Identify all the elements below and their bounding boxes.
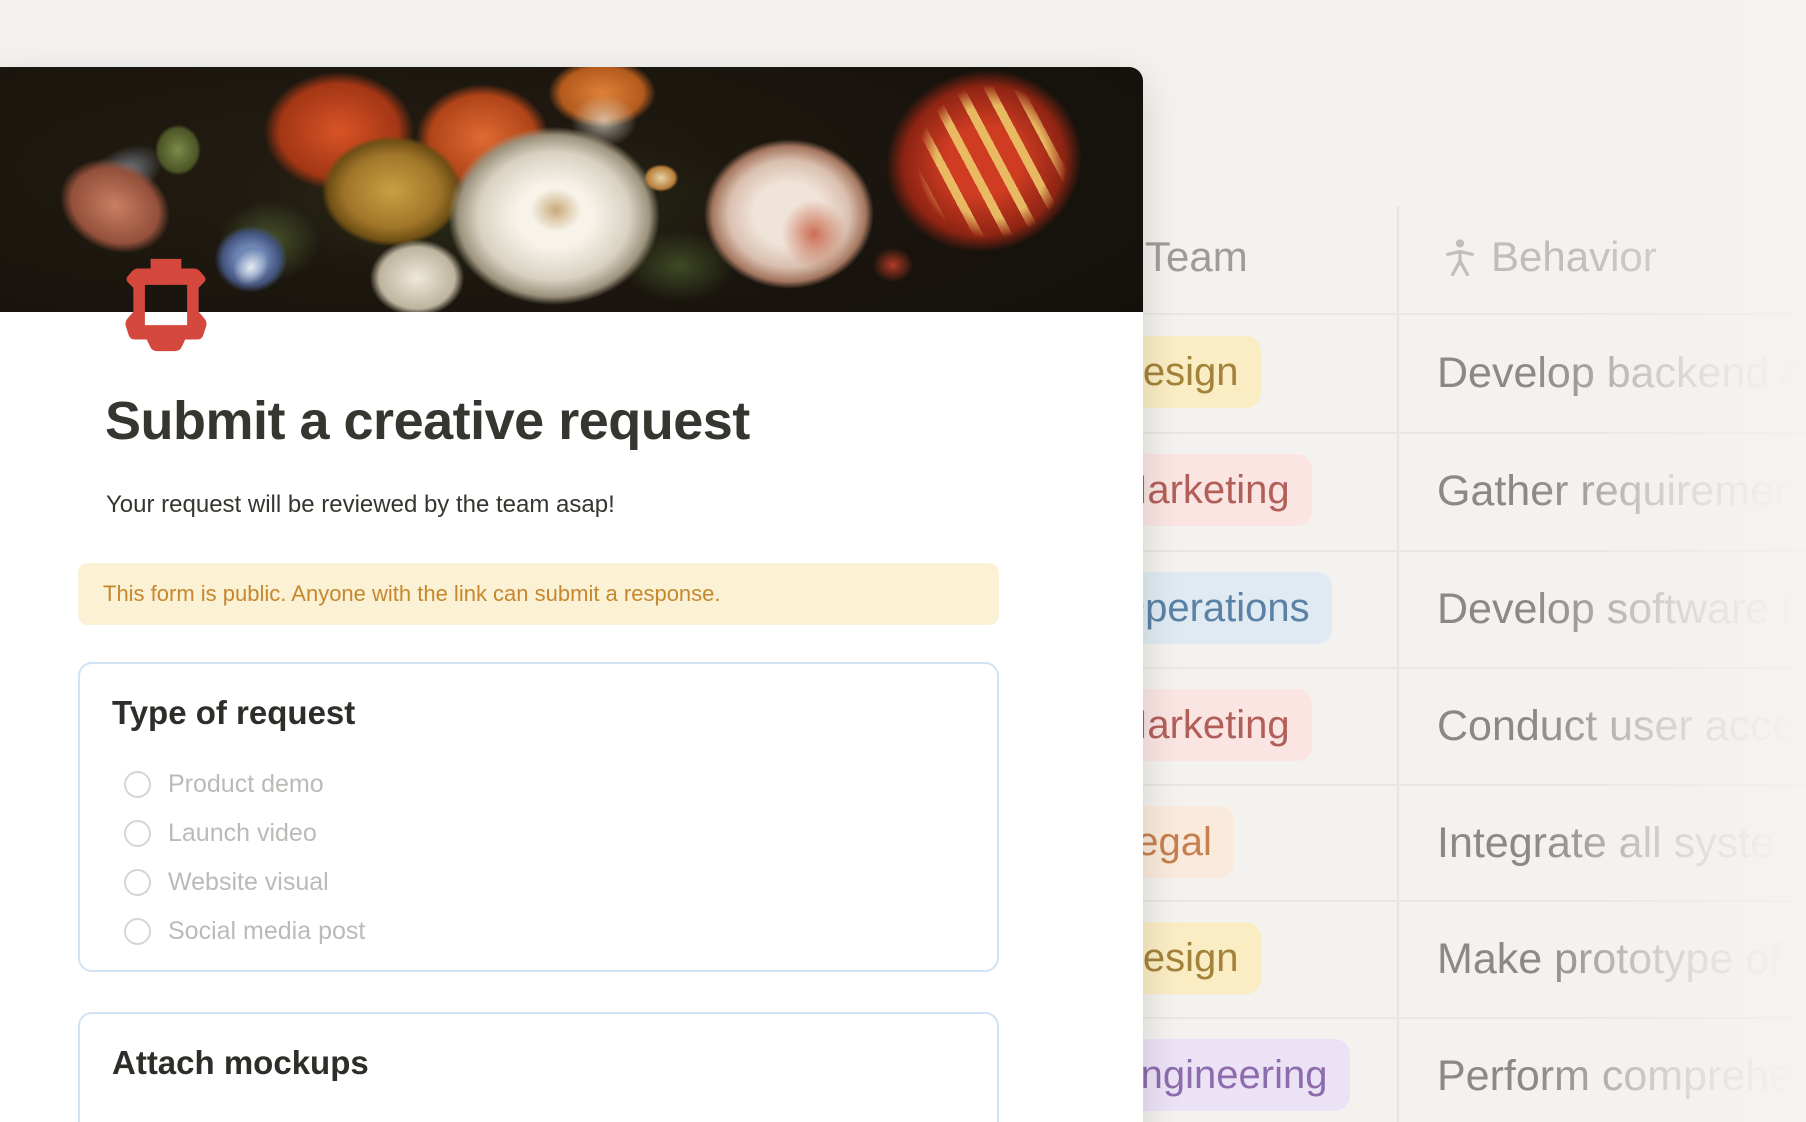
radio-circle-icon[interactable]: [124, 820, 151, 847]
radio-option-label: Product demo: [168, 770, 324, 799]
radio-option-label: Social media post: [168, 917, 365, 946]
person-icon: [1443, 238, 1477, 276]
radio-option-social-media-post[interactable]: Social media post: [124, 907, 365, 956]
radio-option-launch-video[interactable]: Launch video: [124, 809, 365, 858]
right-edge-fade: [1576, 0, 1806, 1122]
public-notice-banner: This form is public. Anyone with the lin…: [78, 563, 999, 625]
question-title: Type of request: [112, 694, 355, 732]
cover-rose-streak: [768, 185, 860, 283]
cover-butterfly: [638, 160, 684, 196]
cover-green-bud: [150, 119, 206, 181]
column-divider: [1397, 206, 1399, 1122]
form-panel: Submit a creative request Your request w…: [0, 67, 1143, 1122]
radio-circle-icon[interactable]: [124, 771, 151, 798]
radio-option-label: Launch video: [168, 819, 317, 848]
radio-option-list: Product demo Launch video Website visual…: [124, 760, 365, 956]
radio-circle-icon[interactable]: [124, 918, 151, 945]
form-title: Submit a creative request: [105, 389, 750, 454]
public-notice-text: This form is public. Anyone with the lin…: [103, 581, 721, 607]
cover-berries: [862, 239, 924, 291]
frame-icon[interactable]: [118, 258, 214, 352]
cover-rose-center: [520, 179, 592, 241]
screenshot-root: Team Behavior Design Marketing Operation…: [0, 0, 1806, 1122]
radio-option-label: Website visual: [168, 868, 329, 897]
radio-circle-icon[interactable]: [124, 869, 151, 896]
radio-option-product-demo[interactable]: Product demo: [124, 760, 365, 809]
form-subtitle: Your request will be reviewed by the tea…: [106, 491, 615, 519]
team-column-header[interactable]: Team: [1145, 234, 1248, 280]
question-card-attach-mockups: Attach mockups: [78, 1012, 999, 1122]
radio-option-website-visual[interactable]: Website visual: [124, 858, 365, 907]
team-column-label: Team: [1145, 233, 1248, 280]
question-card-type-of-request: Type of request Product demo Launch vide…: [78, 662, 999, 972]
question-title: Attach mockups: [112, 1044, 369, 1082]
